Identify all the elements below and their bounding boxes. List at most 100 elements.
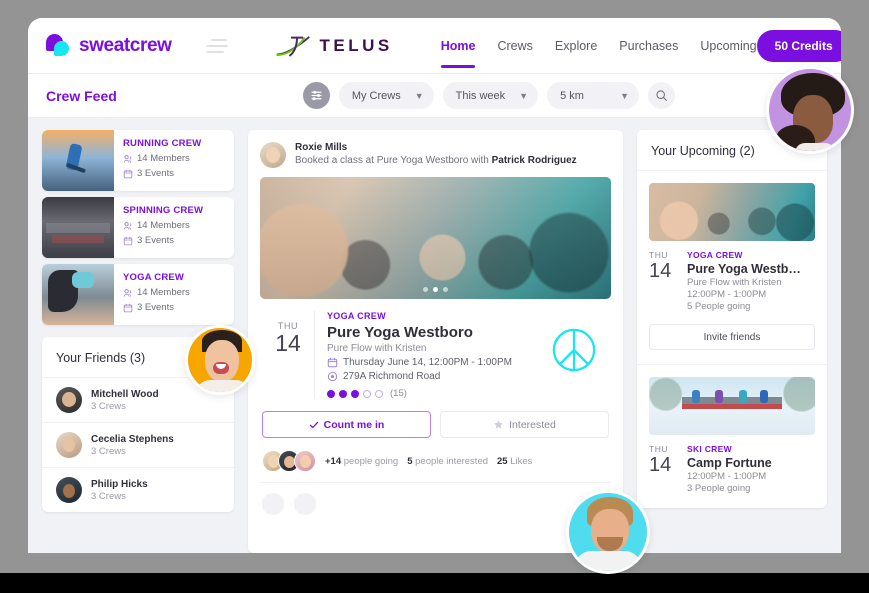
credits-button[interactable]: 50 Credits	[756, 29, 841, 62]
nav-link-upcoming[interactable]: Upcoming	[700, 18, 756, 74]
avatar	[56, 432, 82, 458]
upcoming-crew-tag[interactable]: YOGA CREW	[687, 250, 815, 260]
check-icon	[309, 421, 318, 428]
filter-my-crews-label: My Crews	[351, 89, 401, 102]
post-action-person[interactable]: Patrick Rodriguez	[492, 155, 577, 166]
telus-wordmark: TELUS	[319, 35, 393, 55]
upcoming-row-yoga: THU 14 YOGA CREW Pure Yoga Westb… Pure F…	[649, 250, 815, 312]
comment-icon[interactable]	[294, 493, 316, 515]
invite-friends-button[interactable]: Invite friends	[649, 324, 815, 350]
avatar	[56, 477, 82, 503]
avatar[interactable]	[260, 142, 286, 168]
crew-members: 14 Members	[123, 287, 190, 298]
rating-dot-empty	[363, 389, 371, 398]
nav-link-explore[interactable]: Explore	[555, 18, 597, 74]
upcoming-panel: Your Upcoming (2) THU 14 YOGA CREW Pure …	[637, 130, 827, 508]
crew-info-running: RUNNING CREW 14 Members 3 Events	[114, 130, 201, 191]
avatar	[294, 450, 316, 472]
upcoming-name[interactable]: Camp Fortune	[687, 456, 815, 470]
interested-button[interactable]: Interested	[440, 411, 609, 438]
people-icon	[123, 154, 132, 163]
event-details: THU 14 YOGA CREW Pure Yoga Westboro Pure…	[260, 299, 611, 405]
filter-this-week[interactable]: This week ▼	[442, 82, 539, 109]
post-action-prefix: Booked a class at Pure Yoga Westboro wit…	[295, 155, 492, 166]
friend-row-cecelia-stephens[interactable]: Cecelia Stephens 3 Crews	[42, 422, 234, 467]
nav-link-crews[interactable]: Crews	[497, 18, 532, 74]
nav-links: Home Crews Explore Purchases Upcoming	[440, 18, 757, 74]
crew-members-label: 14 Members	[137, 220, 190, 231]
carousel-dot[interactable]	[443, 287, 448, 292]
nav-link-purchases[interactable]: Purchases	[619, 18, 678, 74]
filter-distance[interactable]: 5 km ▼	[547, 82, 640, 109]
carousel-dot[interactable]	[423, 287, 428, 292]
calendar-icon	[123, 236, 133, 245]
upcoming-line2: 12:00PM - 1:00PM	[687, 471, 767, 482]
filter-my-crews[interactable]: My Crews ▼	[338, 82, 434, 109]
rating-dot-filled	[339, 389, 347, 398]
location-pin-icon	[327, 371, 338, 382]
crew-card-running[interactable]: RUNNING CREW 14 Members 3 Events	[42, 130, 234, 191]
main-feed-column: Roxie Mills Booked a class at Pure Yoga …	[248, 130, 623, 553]
going-avatars[interactable]	[262, 450, 316, 472]
carousel-dot-active[interactable]	[433, 287, 438, 292]
nav-right-group: 50 Credits	[756, 29, 841, 62]
upcoming-dow: THU	[649, 444, 668, 454]
post-author[interactable]: Roxie Mills	[295, 142, 577, 153]
search-icon[interactable]	[648, 82, 676, 109]
count-me-in-label: Count me in	[323, 418, 385, 431]
upcoming-dow: THU	[649, 250, 668, 260]
crew-members: 14 Members	[123, 220, 203, 231]
chevron-down-icon: ▼	[620, 90, 630, 101]
feed-post-card: Roxie Mills Booked a class at Pure Yoga …	[248, 130, 623, 553]
sweatcrew-drop-logo-icon	[46, 33, 72, 58]
crew-thumbnail-running	[42, 130, 114, 191]
crew-events: 3 Events	[123, 302, 190, 313]
event-date-block: THU 14	[262, 311, 314, 399]
crew-events-label: 3 Events	[137, 302, 174, 313]
crew-events: 3 Events	[123, 235, 203, 246]
upcoming-item-yoga[interactable]: THU 14 YOGA CREW Pure Yoga Westb… Pure F…	[637, 170, 827, 364]
stat-going: +14 people going	[325, 456, 398, 467]
floating-avatar-orange[interactable]	[185, 325, 255, 395]
friend-name: Philip Hicks	[91, 478, 148, 490]
nav-link-home[interactable]: Home	[440, 18, 475, 74]
upcoming-date-ski: THU 14	[649, 444, 687, 494]
friend-row-philip-hicks[interactable]: Philip Hicks 3 Crews	[42, 467, 234, 512]
telus-logo: TELUS	[274, 33, 393, 59]
calendar-icon	[123, 169, 133, 178]
carousel-dots[interactable]	[260, 287, 611, 292]
event-crew-tag[interactable]: YOGA CREW	[327, 311, 609, 321]
post-header: Roxie Mills Booked a class at Pure Yoga …	[260, 140, 611, 177]
brand-logo[interactable]: sweatcrew	[46, 33, 172, 58]
like-icon[interactable]	[262, 493, 284, 515]
crew-members-label: 14 Members	[137, 287, 190, 298]
friend-crews: 3 Crews	[91, 400, 126, 412]
filter-controls: My Crews ▼ This week ▼ 5 km ▼	[302, 82, 676, 109]
floating-avatar-purple[interactable]	[766, 66, 854, 154]
crew-card-spinning[interactable]: SPINNING CREW 14 Members 3 Events	[42, 197, 234, 258]
hamburger-icon[interactable]	[205, 38, 228, 53]
floating-avatar-cyan[interactable]	[566, 490, 650, 574]
friend-name: Cecelia Stephens	[91, 433, 174, 445]
crew-events-label: 3 Events	[137, 168, 174, 179]
upcoming-crew-tag[interactable]: SKI CREW	[687, 444, 815, 454]
crew-thumbnail-yoga	[42, 264, 114, 325]
friend-crews: 3 Crews	[91, 490, 126, 502]
feed-content: RUNNING CREW 14 Members 3 Events SPINNIN…	[28, 118, 841, 553]
filter-sliders-icon[interactable]	[302, 82, 330, 109]
crew-members: 14 Members	[123, 153, 201, 164]
brand-name: sweatcrew	[79, 34, 172, 56]
event-rating: (15)	[327, 388, 609, 399]
upcoming-image-yoga	[649, 183, 815, 241]
crew-card-yoga[interactable]: YOGA CREW 14 Members 3 Events	[42, 264, 234, 325]
top-navigation-bar: sweatcrew TELUS Home Crews Explore Purch…	[28, 18, 841, 74]
upcoming-row-ski: THU 14 SKI CREW Camp Fortune 12:00PM - 1…	[649, 444, 815, 494]
post-image[interactable]	[260, 177, 611, 299]
crew-name: SPINNING CREW	[123, 205, 204, 216]
upcoming-name[interactable]: Pure Yoga Westb…	[687, 262, 815, 276]
crew-thumbnail-spinning	[42, 197, 114, 258]
friend-crews: 3 Crews	[91, 445, 126, 457]
count-me-in-button[interactable]: Count me in	[262, 411, 431, 438]
upcoming-item-ski[interactable]: THU 14 SKI CREW Camp Fortune 12:00PM - 1…	[637, 364, 827, 508]
filter-this-week-label: This week	[455, 89, 506, 102]
